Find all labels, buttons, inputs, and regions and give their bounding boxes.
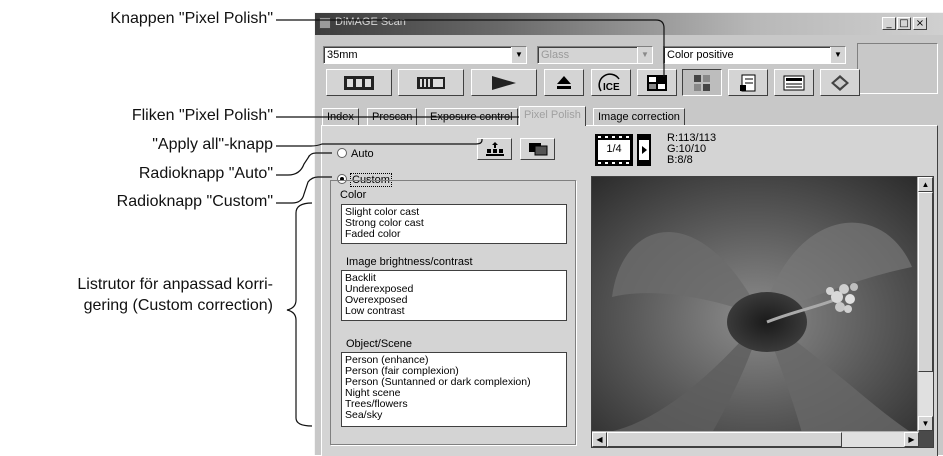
leader-radio-custom — [276, 176, 332, 204]
callout-lines — [276, 19, 665, 427]
leader-pixel-polish-button — [276, 19, 665, 77]
listbox-bracket — [286, 202, 313, 427]
leader-pixel-polish-tab — [276, 112, 553, 118]
leader-apply-all-button — [276, 139, 483, 147]
tab-pixel-polish[interactable]: Pixel Polish — [519, 106, 586, 126]
leader-radio-auto — [276, 152, 332, 176]
